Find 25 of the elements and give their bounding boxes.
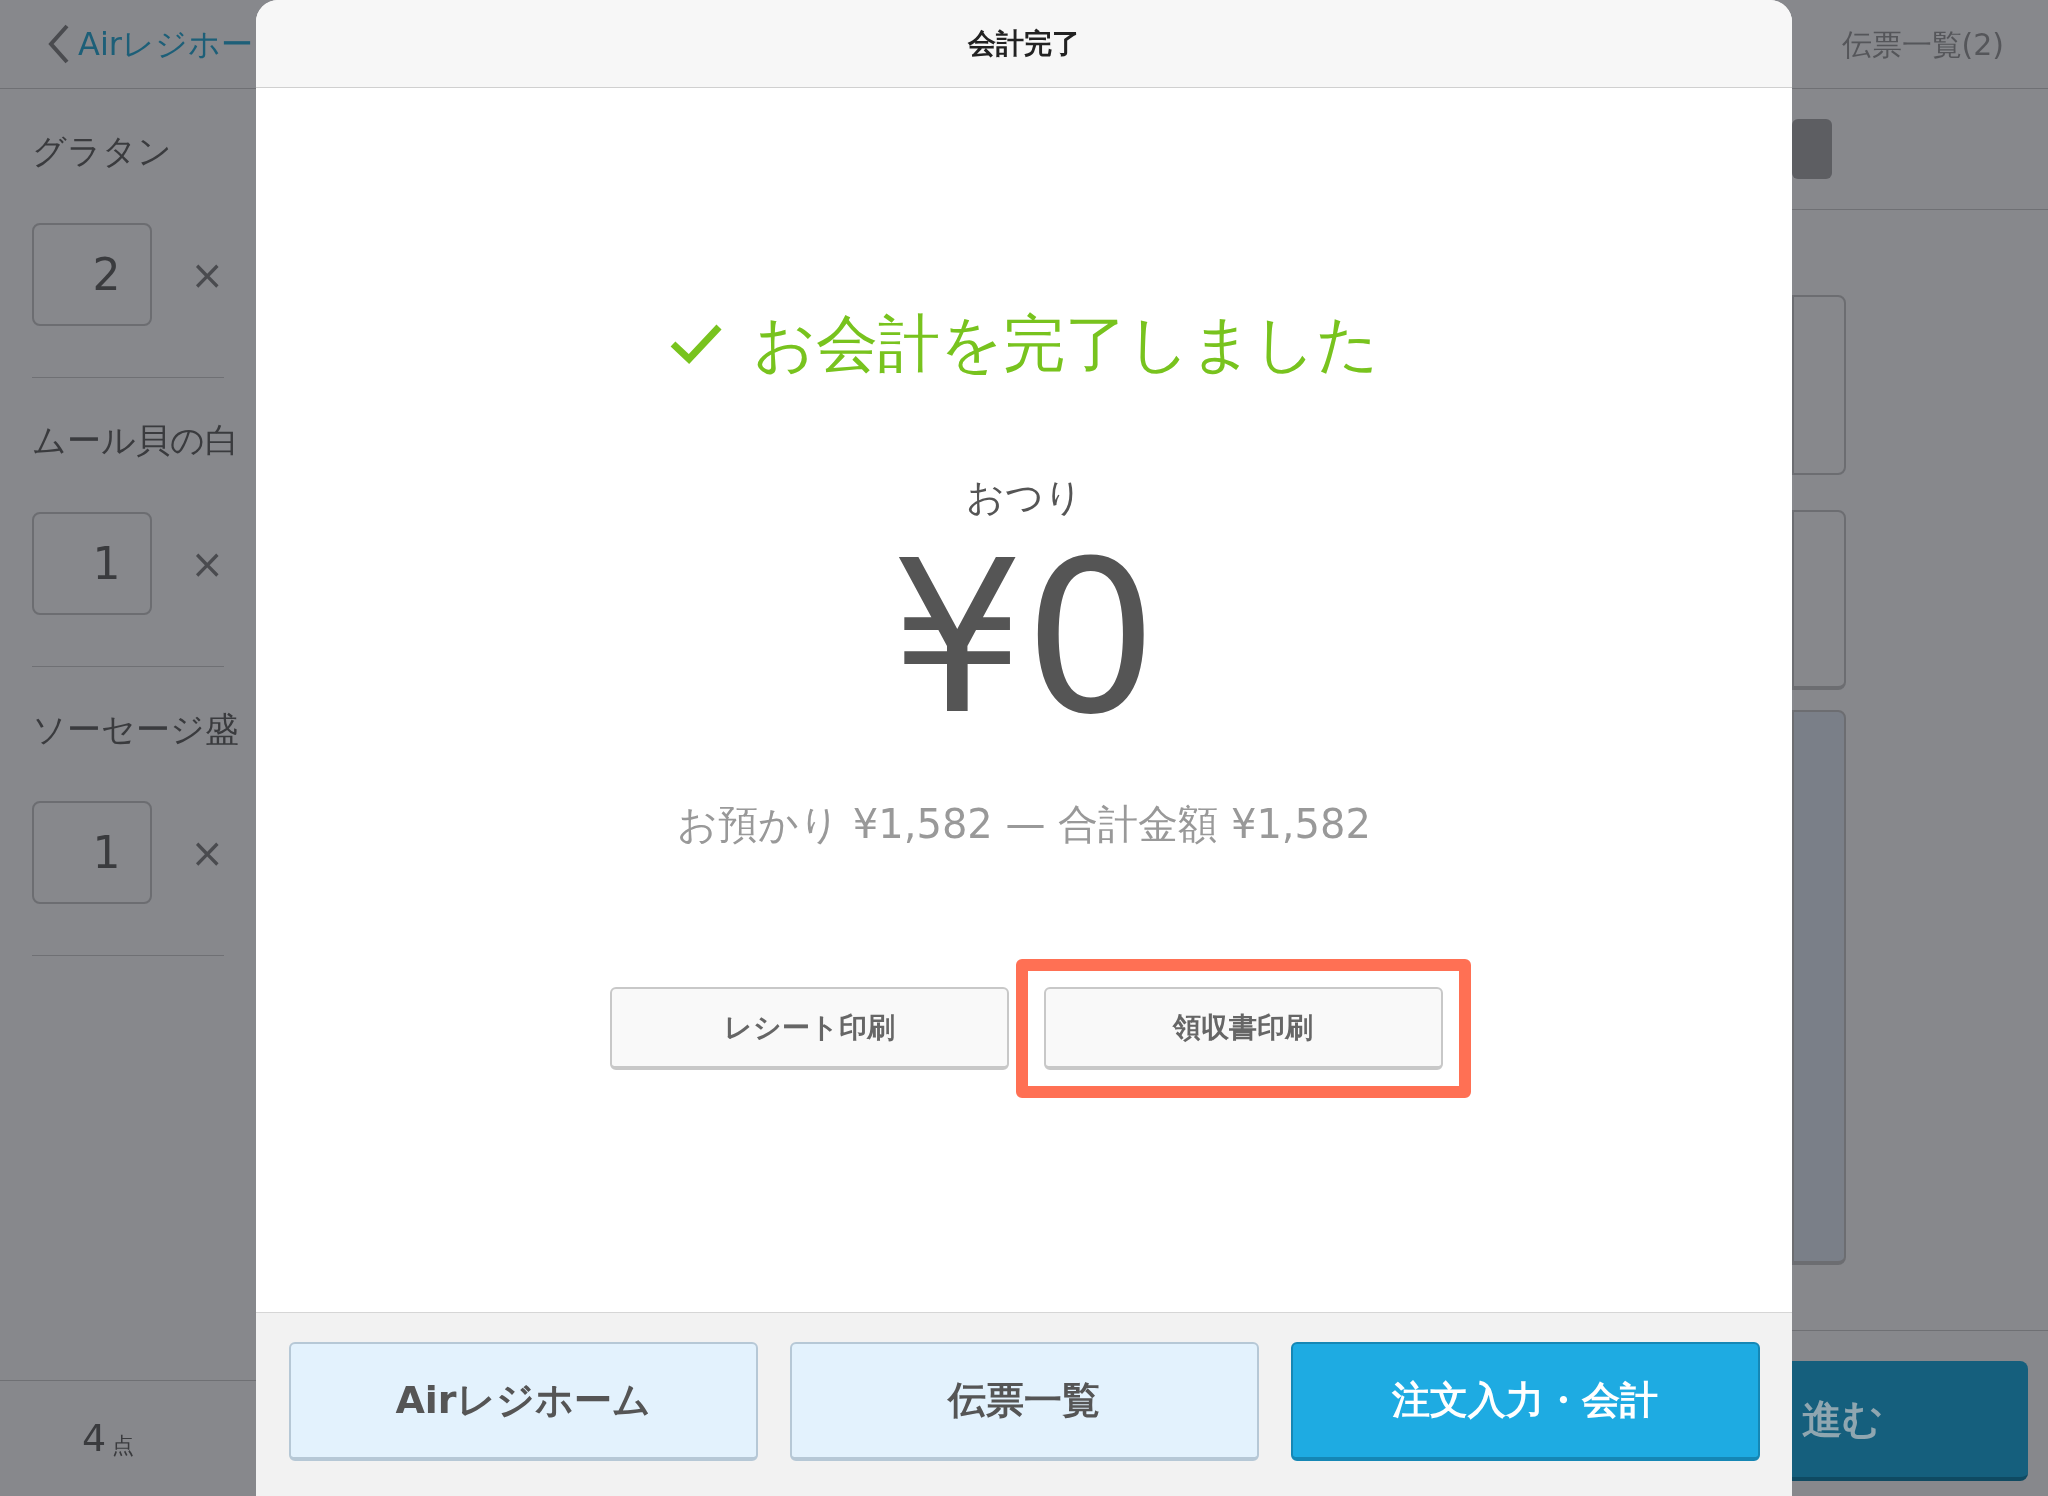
payment-summary: お預かり ¥1,582 — 合計金額 ¥1,582 bbox=[677, 800, 1371, 849]
remove-button[interactable]: × bbox=[190, 533, 224, 594]
quantity-field[interactable]: 2 bbox=[32, 223, 153, 326]
footer-button[interactable]: Airレジホーム bbox=[288, 1342, 758, 1461]
item-name: ソーセージ盛 bbox=[32, 708, 240, 751]
check-icon bbox=[669, 322, 723, 364]
item-count: 4 bbox=[82, 1415, 107, 1462]
remove-button[interactable]: × bbox=[190, 822, 224, 883]
remove-button[interactable]: × bbox=[190, 244, 224, 305]
change-label: おつり bbox=[965, 475, 1083, 519]
footer-button[interactable]: 注文入力・会計 bbox=[1290, 1342, 1760, 1461]
print-button[interactable]: レシート印刷 bbox=[609, 987, 1009, 1070]
item-name: ムール貝の白 bbox=[32, 419, 240, 462]
back-link[interactable]: Airレジホー bbox=[78, 20, 253, 68]
item-name: グラタン bbox=[32, 130, 173, 173]
quantity-field[interactable]: 1 bbox=[32, 801, 153, 904]
next-button[interactable]: 進む bbox=[1792, 1361, 2028, 1481]
dialog-title: 会計完了 bbox=[968, 25, 1080, 62]
back-chevron-icon[interactable] bbox=[48, 24, 70, 64]
quantity-field[interactable]: 1 bbox=[32, 512, 153, 615]
count-unit: 点 bbox=[112, 1432, 135, 1460]
print-button[interactable]: 領収書印刷 bbox=[1043, 987, 1443, 1070]
completion-message: お会計を完了しました bbox=[753, 305, 1379, 382]
change-amount: ¥0 bbox=[890, 539, 1158, 739]
footer-button[interactable]: 伝票一覧 bbox=[789, 1342, 1259, 1461]
